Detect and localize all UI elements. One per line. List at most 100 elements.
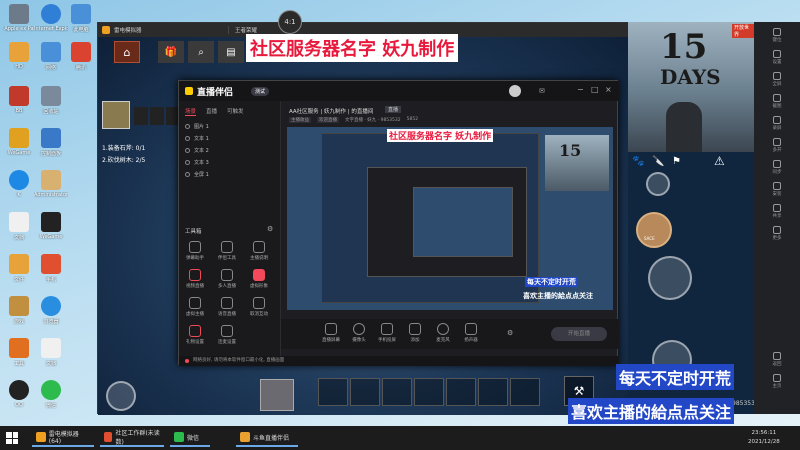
tab-live[interactable]: 直播 [206,107,217,116]
stream-preview[interactable]: 15 社区服务器名字 妖九制作 每天不定时开荒 喜欢主播的給点点关注 [287,127,613,310]
book-button[interactable]: ▤ [218,41,244,63]
item-slot[interactable] [382,378,412,406]
desktop-icon[interactable]: 网络 [34,42,68,71]
eye-icon[interactable] [185,148,190,153]
side-tool-fullscreen[interactable]: 全屏 [758,72,796,87]
joystick[interactable] [106,381,136,411]
mail-icon[interactable]: ✉ [539,87,545,95]
start-icon[interactable] [6,432,18,444]
source-screen-button[interactable]: 直播屏幕 [319,323,343,343]
source-add-button[interactable]: 添加 [403,323,427,343]
eye-icon[interactable] [185,160,190,165]
taskbar-item[interactable]: 雷电模拟器(64) [32,429,94,447]
screen-settings-icon[interactable]: ⚙ [507,329,513,337]
side-tool-home[interactable]: 主页 [758,374,796,389]
sprint-button[interactable] [646,172,670,196]
side-tool-sync[interactable]: 同步 [758,160,796,175]
desktop-icon[interactable]: 回收站 [34,86,68,115]
avatar[interactable] [509,85,521,97]
side-tool-multi[interactable]: 多开 [758,138,796,153]
taskbar-item[interactable]: 斗鱼直播伴侣 [236,429,298,447]
side-tool-share[interactable]: 共享 [758,204,796,219]
desktop-icon[interactable]: BB [2,86,36,114]
desktop-icon[interactable]: Internet Explorer [34,4,68,32]
side-tool-record[interactable]: 录屏 [758,116,796,131]
swim-button[interactable] [648,256,692,300]
item-highlight-slot[interactable] [260,379,294,411]
layer-item[interactable]: 文本 2 [185,145,275,156]
item-slot[interactable] [510,378,540,406]
microphone-button[interactable]: 麦克风 [431,323,455,343]
desktop-icon[interactable]: WeGame [34,212,68,240]
action-button[interactable]: SACE [636,212,672,248]
side-tool-settings[interactable]: 设置 [758,50,796,65]
side-tool-screenshot[interactable]: 截图 [758,94,796,109]
desktop-icon[interactable]: WeGame [2,128,36,156]
desktop-icon[interactable]: 手机 [34,254,68,283]
squad-slot[interactable] [134,107,148,125]
side-tool-back[interactable]: 返回 [758,352,796,367]
item-slot[interactable] [414,378,444,406]
tool-button[interactable]: 主播说明 [247,241,271,261]
desktop-icon[interactable]: 腾讯 [64,42,98,71]
close-icon[interactable]: × [605,85,612,94]
layer-item[interactable]: 全屏 1 [185,169,275,180]
emulator-tab[interactable]: 王者荣耀 [228,26,263,34]
layer-item[interactable]: 文本 3 [185,157,275,168]
side-tool-keymap[interactable]: 键位 [758,28,796,43]
tool-button[interactable]: 视频直播 [183,269,207,289]
desktop-icon[interactable]: 微信 [34,380,68,409]
player-avatar[interactable] [102,101,130,129]
layer-item[interactable]: 图片 1 [185,121,275,132]
desktop-icon[interactable]: 文档 [34,338,68,367]
speaker-button[interactable]: 扬声器 [459,323,483,343]
tool-button[interactable]: 弹幕助手 [183,241,207,261]
desktop-icon[interactable]: HD [2,42,36,70]
desktop-icon[interactable]: Administrator [34,170,68,198]
search-button[interactable]: ⌕ [188,41,214,63]
desktop-icon[interactable]: QQ [2,380,36,408]
tool-button[interactable]: 虚拟形象 [247,269,271,289]
tool-button[interactable]: 伴侣工具 [215,241,239,261]
tool-button[interactable]: 语音直播 [215,297,239,317]
source-camera-button[interactable]: 摄像头 [347,323,371,343]
tool-button[interactable]: 多人直播 [215,269,239,289]
tool-button[interactable]: 连麦设置 [215,325,239,345]
eye-icon[interactable] [185,136,190,141]
side-tool-more[interactable]: 更多 [758,226,796,241]
taskbar-clock[interactable]: 23:56:11 2021/12/28 [748,429,780,447]
flag-icon[interactable]: ⚑ [672,156,681,167]
item-slot[interactable] [478,378,508,406]
start-stream-button[interactable]: 开始直播 [551,327,607,341]
desktop-icon[interactable]: 游戏 [2,296,36,325]
layer-item[interactable]: 文本 1 [185,133,275,144]
tab-scene[interactable]: 场景 [185,107,197,116]
tool-button[interactable]: 取消互动 [247,297,271,317]
eye-icon[interactable] [185,172,190,177]
home-button[interactable]: ⌂ [114,41,140,63]
eye-icon[interactable] [185,124,190,129]
knife-icon[interactable]: 🔪 [652,156,664,167]
warning-icon[interactable]: ⚠ [714,154,725,168]
tool-button[interactable]: 礼物设置 [183,325,207,345]
desktop-icon[interactable]: K [2,170,36,198]
desktop-icon[interactable]: 浏览器 [34,296,68,325]
item-slot[interactable] [350,378,380,406]
desktop-icon[interactable]: 控制面板 [34,128,68,157]
maximize-icon[interactable]: □ [591,85,599,94]
desktop-icon[interactable]: 工具 [2,338,36,367]
minimize-icon[interactable]: − [577,85,584,94]
item-slot[interactable] [446,378,476,406]
desktop-icon[interactable]: 此电脑 [64,4,98,33]
settings-icon[interactable]: ⚙ [267,225,273,233]
squad-slot[interactable] [150,107,164,125]
taskbar-item[interactable]: 社区工作群(未读数) [100,429,164,447]
tab-trigger[interactable]: 可触发 [227,107,244,116]
side-tool-install[interactable]: 安装 [758,182,796,197]
dog-icon[interactable]: 🐾 [632,156,644,167]
tool-button[interactable]: 虚拟主播 [183,297,207,317]
item-slot[interactable] [318,378,348,406]
taskbar-item[interactable]: 微信 [170,429,210,447]
gift-button[interactable]: 🎁 [158,41,184,63]
desktop-icon[interactable]: 文档 [2,212,36,241]
